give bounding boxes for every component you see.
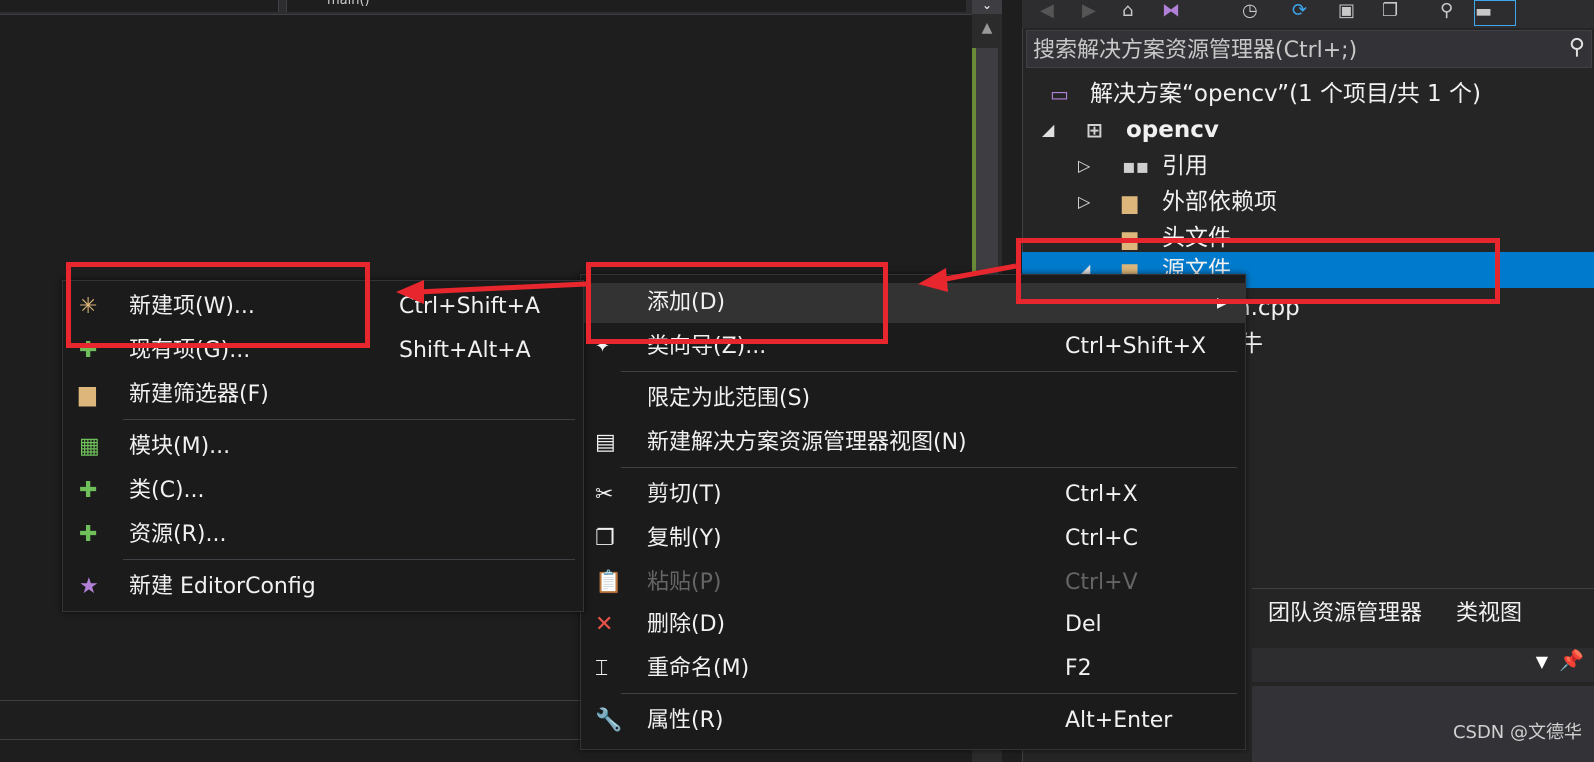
annotation-arrows: [396, 263, 1017, 304]
annotation-arrow-line: [939, 263, 1017, 283]
annotation-arrowhead: [918, 268, 948, 292]
annotation-arrow-line: [417, 281, 587, 295]
annotation-arrowhead: [396, 280, 424, 304]
